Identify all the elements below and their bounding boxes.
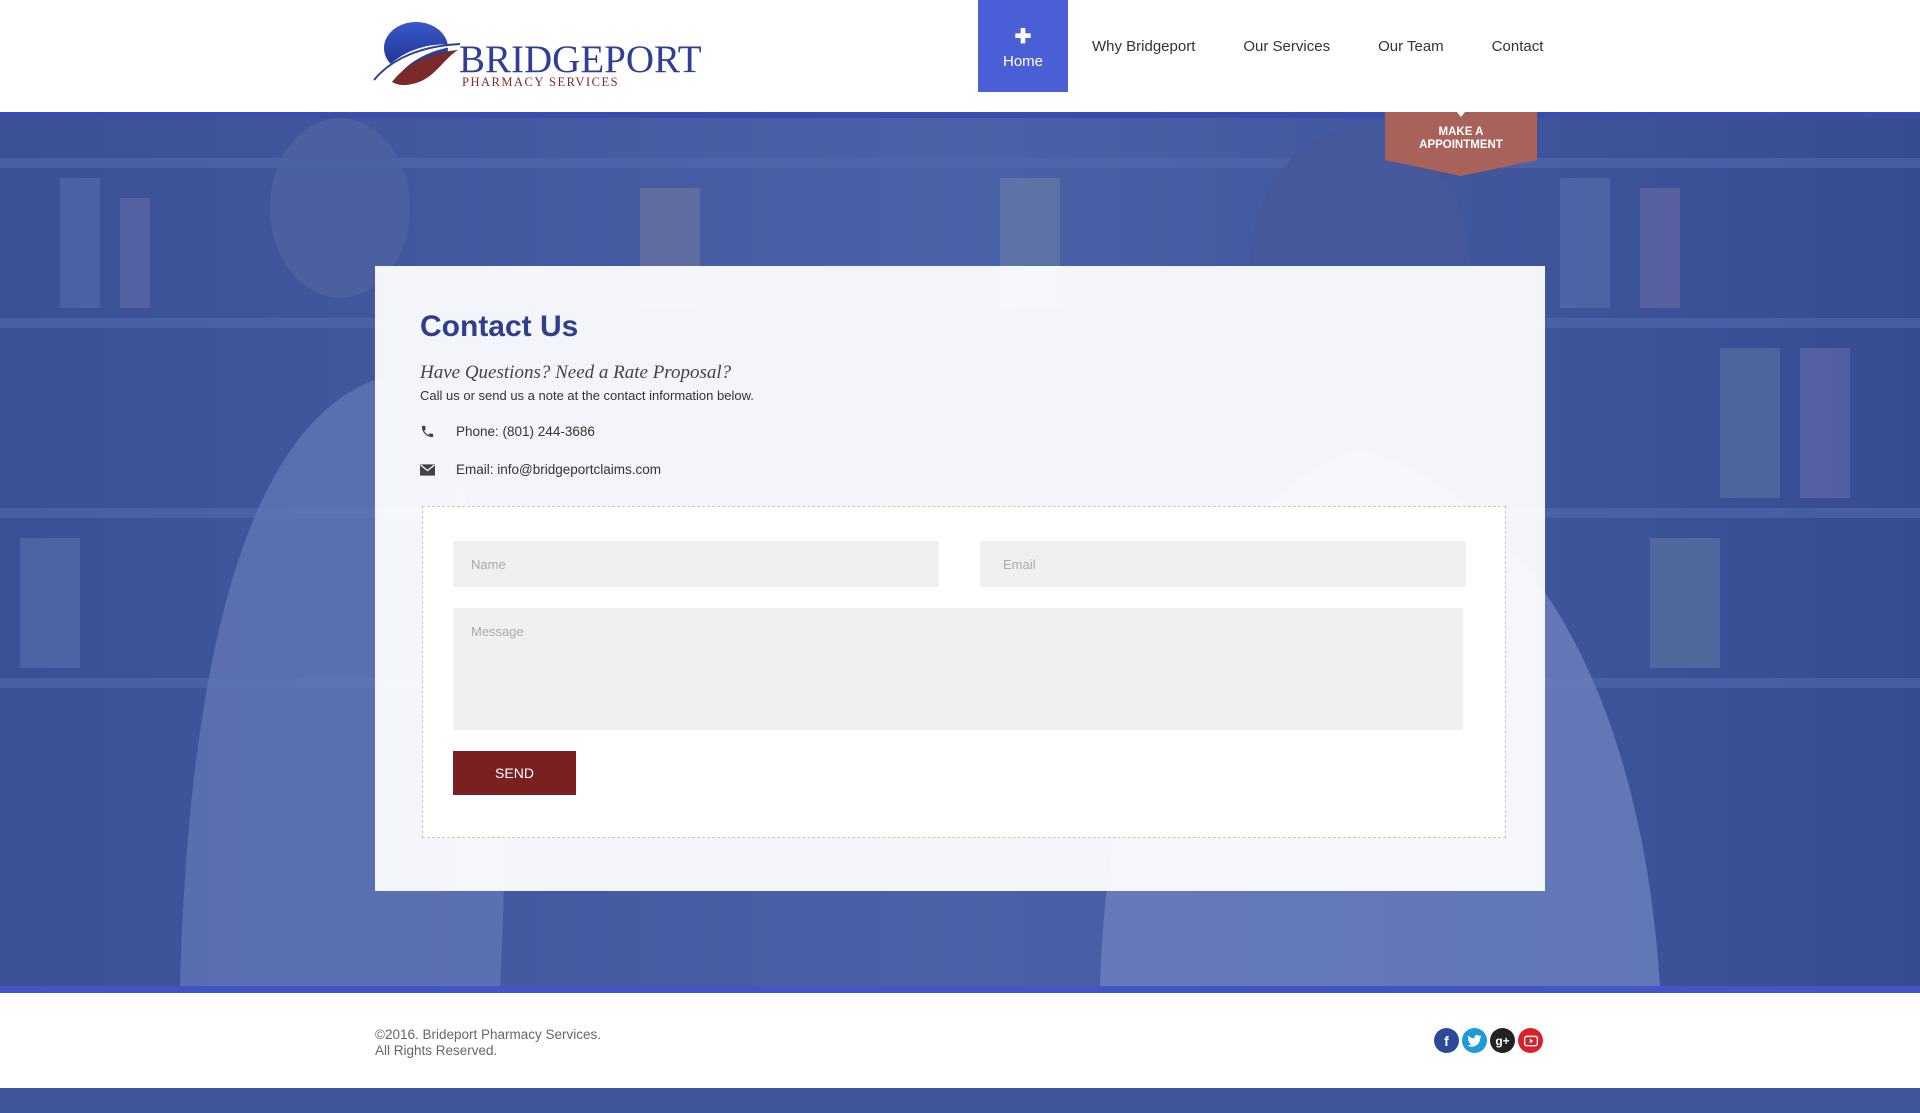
bridgeport-logo[interactable]: BRIDGEPORT PHARMACY SERVICES: [372, 10, 702, 90]
email-row: Email: info@bridgeportclaims.com: [420, 462, 661, 477]
bottom-background-strip: [0, 1088, 1920, 1113]
twitter-icon[interactable]: [1462, 1028, 1487, 1053]
send-button[interactable]: SEND: [453, 751, 576, 795]
nav-home[interactable]: ✚ Home: [978, 0, 1068, 92]
nav-why-bridgeport-label: Why Bridgeport: [1092, 37, 1196, 55]
nav-contact[interactable]: Contact: [1468, 0, 1568, 92]
phone-row: Phone: (801) 244-3686: [420, 424, 595, 439]
site-header: BRIDGEPORT PHARMACY SERVICES ✚ Home Why …: [0, 0, 1920, 112]
plus-icon: ✚: [1014, 25, 1032, 48]
nav-home-label: Home: [1002, 52, 1043, 70]
nav-contact-label: Contact: [1491, 37, 1544, 55]
contact-card: Contact Us Have Questions? Need a Rate P…: [375, 266, 1545, 891]
nav-why-bridgeport[interactable]: Why Bridgeport: [1068, 0, 1219, 92]
copyright-line1: ©2016. Brideport Pharmacy Services.: [375, 1027, 602, 1042]
logo-wordmark: BRIDGEPORT: [459, 38, 702, 81]
main-nav: ✚ Home Why Bridgeport Our Services Our T…: [978, 0, 1567, 92]
envelope-icon: [420, 463, 456, 476]
contact-subtitle: Have Questions? Need a Rate Proposal?: [420, 362, 732, 383]
logo-emblem-icon: [373, 22, 461, 86]
nav-our-services-label: Our Services: [1243, 37, 1331, 55]
email-text[interactable]: Email: info@bridgeportclaims.com: [456, 462, 661, 477]
nav-our-team-label: Our Team: [1378, 37, 1444, 55]
copyright-line2: All Rights Reserved.: [375, 1043, 498, 1058]
site-footer: ©2016. Brideport Pharmacy Services. All …: [0, 993, 1920, 1088]
youtube-icon[interactable]: [1518, 1028, 1543, 1053]
social-links: f g+: [1434, 1028, 1543, 1053]
contact-description: Call us or send us a note at the contact…: [420, 388, 754, 403]
footer-accent-bar: [0, 986, 1920, 993]
name-input[interactable]: [453, 541, 939, 587]
make-appointment-ribbon[interactable]: MAKE A APPOINTMENT: [1385, 112, 1537, 176]
phone-icon: [420, 424, 456, 439]
contact-form: SEND: [422, 506, 1506, 838]
appointment-line2: APPOINTMENT: [1419, 139, 1503, 151]
copyright: ©2016. Brideport Pharmacy Services. All …: [375, 1027, 601, 1059]
appointment-line1: MAKE A: [1438, 126, 1484, 138]
nav-our-services[interactable]: Our Services: [1219, 0, 1354, 92]
phone-text[interactable]: Phone: (801) 244-3686: [456, 424, 595, 439]
appointment-label: MAKE A APPOINTMENT: [1385, 126, 1537, 152]
contact-title: Contact Us: [420, 310, 579, 343]
logo-tagline: PHARMACY SERVICES: [462, 75, 620, 89]
google-plus-icon[interactable]: g+: [1490, 1028, 1515, 1053]
message-textarea[interactable]: [453, 608, 1463, 730]
email-input[interactable]: [980, 541, 1466, 587]
facebook-icon[interactable]: f: [1434, 1028, 1459, 1053]
nav-our-team[interactable]: Our Team: [1354, 0, 1468, 92]
header-accent-bar: [0, 112, 1920, 118]
